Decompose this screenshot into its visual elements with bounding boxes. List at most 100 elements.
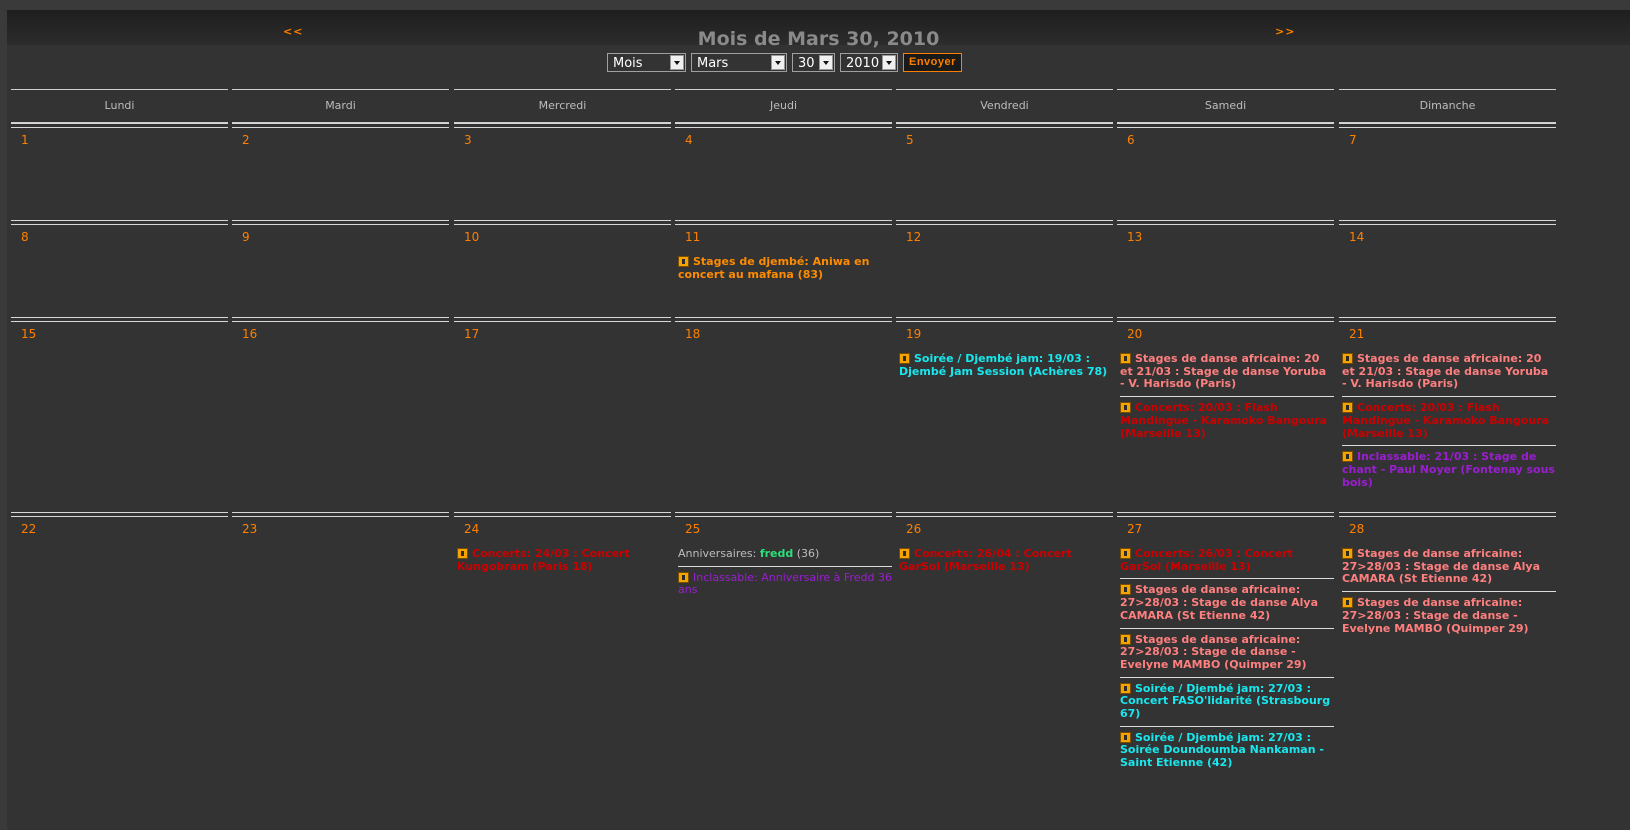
day-cell[interactable]: 3 xyxy=(454,123,675,220)
day-cell[interactable]: 2 xyxy=(232,123,453,220)
submit-button[interactable]: Envoyer xyxy=(903,53,962,72)
calendar-icon xyxy=(678,571,689,583)
day-number[interactable]: 15 xyxy=(21,327,36,341)
event-link[interactable]: Soirée / Djembé jam: 27/03 : Soirée Doun… xyxy=(1120,731,1334,775)
event-text: Stages de danse africaine: 27>28/03 : St… xyxy=(1120,632,1307,671)
day-cell[interactable]: 1 xyxy=(11,123,232,220)
day-select[interactable]: 30 xyxy=(792,53,835,72)
event-link[interactable]: Stages de danse africaine: 27>28/03 : St… xyxy=(1120,632,1334,678)
day-cell[interactable]: 24 Concerts: 24/03 : Concert Kungobram (P… xyxy=(454,512,675,732)
event-link[interactable]: Stages de danse africaine: 20 et 21/03 :… xyxy=(1342,352,1556,398)
day-number[interactable]: 19 xyxy=(906,327,921,341)
day-number[interactable]: 17 xyxy=(464,327,479,341)
day-number[interactable]: 25 xyxy=(685,522,700,536)
divider xyxy=(1117,123,1334,124)
day-number[interactable]: 24 xyxy=(464,522,479,536)
birthday-name[interactable]: fredd xyxy=(760,547,793,560)
chevron-down-icon[interactable] xyxy=(882,55,896,70)
chevron-down-icon[interactable] xyxy=(819,55,833,70)
year-select[interactable]: 2010 xyxy=(840,53,898,72)
event-link[interactable]: Stages de danse africaine: 27>28/03 : St… xyxy=(1342,547,1556,593)
event-list: Stages de danse africaine: 20 et 21/03 :… xyxy=(1342,352,1556,499)
day-cell[interactable]: 22 xyxy=(11,512,232,732)
day-cell[interactable]: 12 xyxy=(896,220,1117,317)
day-cell[interactable]: 20 Stages de danse africaine: 20 et 21/03… xyxy=(1117,317,1338,512)
day-cell[interactable]: 28 Stages de danse africaine: 27>28/03 : … xyxy=(1339,512,1560,732)
day-number[interactable]: 9 xyxy=(242,230,250,244)
day-number[interactable]: 20 xyxy=(1127,327,1142,341)
event-link[interactable]: Concerts: 20/03 : Flash Mandingue - Kara… xyxy=(1120,401,1334,445)
day-cell[interactable]: 11 Stages de djembé: Aniwa en concert au … xyxy=(675,220,896,317)
day-number[interactable]: 5 xyxy=(906,133,914,147)
birthday-age: (36) xyxy=(796,547,820,560)
weekday-header: Dimanche xyxy=(1339,89,1556,123)
day-number[interactable]: 7 xyxy=(1349,133,1357,147)
event-link[interactable]: Concerts: 26/03 : Concert GarSol (Marsei… xyxy=(1120,547,1334,580)
day-number[interactable]: 27 xyxy=(1127,522,1142,536)
day-number[interactable]: 10 xyxy=(464,230,479,244)
day-number[interactable]: 13 xyxy=(1127,230,1142,244)
music-note-icon xyxy=(1120,402,1131,414)
music-note-icon xyxy=(1120,548,1131,559)
day-number[interactable]: 18 xyxy=(685,327,700,341)
divider xyxy=(896,317,1113,318)
day-cell[interactable]: 10 xyxy=(454,220,675,317)
day-cell[interactable]: 6 xyxy=(1117,123,1338,220)
day-number[interactable]: 4 xyxy=(685,133,693,147)
drum-icon xyxy=(1120,731,1131,743)
event-list: Soirée / Djembé jam: 19/03 : Djembé Jam … xyxy=(899,352,1113,388)
day-cell[interactable]: 26 Concerts: 26/04 : Concert GarSol (Mars… xyxy=(896,512,1117,732)
divider xyxy=(232,317,449,318)
day-cell[interactable]: 25 Anniversaires: fredd (36) Inclassable: … xyxy=(675,512,896,732)
day-cell[interactable]: 27 Concerts: 26/03 : Concert GarSol (Mars… xyxy=(1117,512,1338,769)
day-cell[interactable]: 4 xyxy=(675,123,896,220)
day-cell[interactable]: 18 xyxy=(675,317,896,512)
day-number[interactable]: 28 xyxy=(1349,522,1364,536)
day-number[interactable]: 2 xyxy=(242,133,250,147)
month-select[interactable]: Mars xyxy=(691,53,787,72)
view-select[interactable]: Mois xyxy=(607,53,686,72)
day-number[interactable]: 6 xyxy=(1127,133,1135,147)
day-cell[interactable]: 13 xyxy=(1117,220,1338,317)
event-link[interactable]: Stages de djembé: Aniwa en concert au ma… xyxy=(678,255,892,286)
day-number[interactable]: 22 xyxy=(21,522,36,536)
day-cell[interactable]: 9 xyxy=(232,220,453,317)
event-link[interactable]: Inclassable: Anniversaire à Fredd 36 ans xyxy=(678,571,892,602)
event-link[interactable]: Soirée / Djembé jam: 27/03 : Concert FAS… xyxy=(1120,682,1334,727)
day-cell[interactable]: 16 xyxy=(232,317,453,512)
event-link[interactable]: Soirée / Djembé jam: 19/03 : Djembé Jam … xyxy=(899,352,1113,383)
event-link[interactable]: Stages de danse africaine: 20 et 21/03 :… xyxy=(1120,352,1334,398)
divider xyxy=(896,224,1113,225)
day-number[interactable]: 1 xyxy=(21,133,29,147)
event-list: Concerts: 26/04 : Concert GarSol (Marsei… xyxy=(899,547,1113,583)
chevron-down-icon[interactable] xyxy=(670,55,684,70)
event-link[interactable]: Inclassable: 21/03 : Stage de chant - Pa… xyxy=(1342,450,1556,494)
day-cell[interactable]: 23 xyxy=(232,512,453,732)
chevron-down-icon[interactable] xyxy=(771,55,785,70)
event-link[interactable]: Stages de danse africaine: 27>28/03 : St… xyxy=(1120,583,1334,629)
birthday-line: Anniversaires: fredd (36) xyxy=(678,547,892,567)
day-cell[interactable]: 7 xyxy=(1339,123,1560,220)
day-number[interactable]: 21 xyxy=(1349,327,1364,341)
day-cell[interactable]: 19 Soirée / Djembé jam: 19/03 : Djembé Ja… xyxy=(896,317,1117,512)
day-number[interactable]: 8 xyxy=(21,230,29,244)
event-link[interactable]: Stages de danse africaine: 27>28/03 : St… xyxy=(1342,596,1556,640)
day-number[interactable]: 3 xyxy=(464,133,472,147)
event-link[interactable]: Concerts: 24/03 : Concert Kungobram (Par… xyxy=(457,547,671,578)
weekday-header: Mercredi xyxy=(454,89,671,123)
day-number[interactable]: 14 xyxy=(1349,230,1364,244)
dancer-icon xyxy=(1342,548,1353,559)
day-cell[interactable]: 5 xyxy=(896,123,1117,220)
event-link[interactable]: Concerts: 20/03 : Flash Mandingue - Kara… xyxy=(1342,401,1556,447)
day-number[interactable]: 26 xyxy=(906,522,921,536)
day-number[interactable]: 11 xyxy=(685,230,700,244)
event-link[interactable]: Concerts: 26/04 : Concert GarSol (Marsei… xyxy=(899,547,1113,578)
day-number[interactable]: 16 xyxy=(242,327,257,341)
day-cell[interactable]: 8 xyxy=(11,220,232,317)
day-number[interactable]: 12 xyxy=(906,230,921,244)
day-cell[interactable]: 14 xyxy=(1339,220,1560,317)
day-cell[interactable]: 17 xyxy=(454,317,675,512)
day-cell[interactable]: 15 xyxy=(11,317,232,512)
day-number[interactable]: 23 xyxy=(242,522,257,536)
day-cell[interactable]: 21 Stages de danse africaine: 20 et 21/03… xyxy=(1339,317,1560,512)
